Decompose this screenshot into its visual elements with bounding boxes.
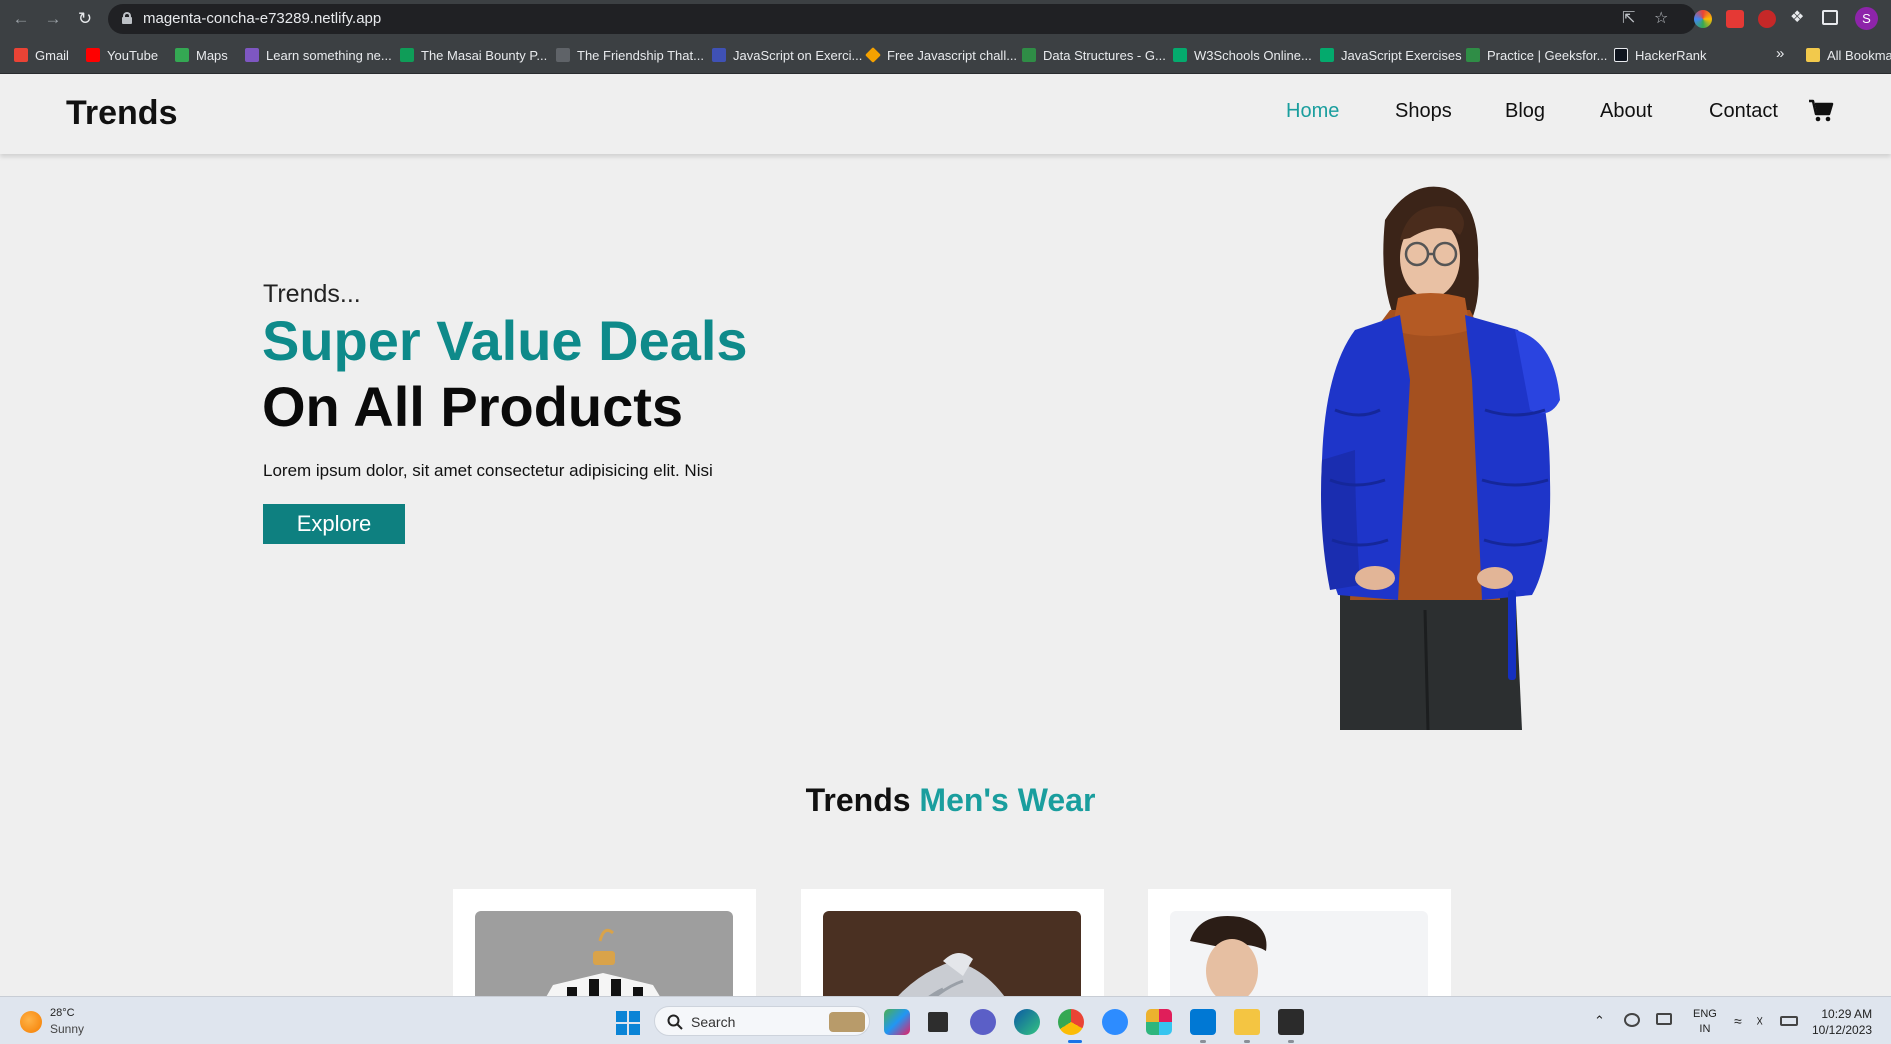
- weather-temperature[interactable]: 28°C: [50, 1007, 75, 1019]
- search-icon: [667, 1014, 683, 1030]
- back-arrow-icon[interactable]: ←: [10, 8, 32, 30]
- star-bookmark-icon[interactable]: ☆: [1654, 10, 1668, 28]
- display-icon[interactable]: [1656, 1013, 1672, 1025]
- nav-blog[interactable]: Blog: [1505, 100, 1545, 123]
- hero-headline: On All Products: [262, 375, 684, 438]
- copilot-icon[interactable]: [884, 1009, 910, 1035]
- slack-icon[interactable]: [1146, 1009, 1172, 1035]
- windows-start-icon[interactable]: [616, 1011, 640, 1035]
- bookmark-w3schools[interactable]: W3Schools Online...: [1173, 47, 1312, 65]
- chrome-icon[interactable]: [1058, 1009, 1084, 1035]
- diamond-icon: [865, 47, 881, 63]
- forward-arrow-icon[interactable]: →: [42, 8, 64, 30]
- chrome-active-indicator: [1068, 1040, 1082, 1043]
- section-title-accent: Men's Wear: [919, 782, 1096, 818]
- chevron-up-icon[interactable]: ⌃: [1594, 1013, 1605, 1029]
- system-clock[interactable]: 10:29 AM 10/12/2023: [1812, 1006, 1872, 1038]
- bookmark-hackerrank[interactable]: HackerRank: [1614, 47, 1707, 65]
- bookmark-learn[interactable]: Learn something ne...: [245, 47, 392, 65]
- c-extension-icon[interactable]: [1726, 10, 1744, 28]
- edge-icon[interactable]: [1014, 1009, 1040, 1035]
- explore-button[interactable]: Explore: [263, 504, 405, 544]
- shopping-cart-icon[interactable]: [1808, 98, 1834, 124]
- youtube-icon: [86, 48, 100, 62]
- section-title-plain: Trends: [805, 782, 911, 818]
- geeksforgeeks-icon: [1022, 48, 1036, 62]
- bookmarks-bar: Gmail YouTube Maps Learn something ne...…: [0, 38, 1891, 74]
- bookmark-practice[interactable]: Practice | Geeksfor...: [1466, 47, 1607, 65]
- hero-description: Lorem ipsum dolor, sit amet consectetur …: [263, 461, 713, 480]
- color-extension-icon[interactable]: [1694, 10, 1712, 28]
- profile-avatar[interactable]: S: [1855, 7, 1878, 30]
- bookmarks-overflow-button[interactable]: »: [1776, 45, 1784, 63]
- windows-taskbar: 28°C Sunny Search ⌃ ENG IN ≈ ☓ 10:29 AM …: [0, 996, 1891, 1044]
- bookmark-gmail[interactable]: Gmail: [14, 47, 69, 65]
- nav-contact[interactable]: Contact: [1709, 100, 1778, 123]
- nav-shops[interactable]: Shops: [1395, 100, 1452, 123]
- list-icon: [245, 48, 259, 62]
- file-explorer-icon[interactable]: [1234, 1009, 1260, 1035]
- address-bar[interactable]: magenta-concha-e73289.netlify.app ⇱ ☆: [108, 4, 1696, 34]
- battery-icon[interactable]: [1780, 1016, 1798, 1026]
- bookmark-data-structures[interactable]: Data Structures - G...: [1022, 47, 1166, 65]
- language-indicator[interactable]: ENG IN: [1693, 1007, 1717, 1037]
- puzzle-extensions-icon[interactable]: ❖: [1790, 9, 1804, 27]
- bookmark-maps[interactable]: Maps: [175, 47, 228, 65]
- brand-logo[interactable]: Trends: [66, 94, 177, 133]
- friendship-icon: [556, 48, 570, 62]
- wifi-icon[interactable]: ≈: [1734, 1013, 1742, 1029]
- bookmark-masai[interactable]: The Masai Bounty P...: [400, 47, 547, 65]
- bookmark-youtube[interactable]: YouTube: [86, 47, 158, 65]
- share-icon[interactable]: ⇱: [1622, 10, 1635, 28]
- bookmark-free-js[interactable]: Free Javascript chall...: [865, 47, 1017, 65]
- section-title: Trends Men's Wear: [0, 782, 1891, 819]
- nav-home[interactable]: Home: [1286, 100, 1339, 123]
- terminal-running-indicator: [1288, 1040, 1294, 1043]
- masai-icon: [400, 48, 414, 62]
- w3schools-icon: [1320, 48, 1334, 62]
- lock-icon: [122, 12, 132, 24]
- bookmark-friendship[interactable]: The Friendship That...: [556, 47, 704, 65]
- terminal-icon[interactable]: [1278, 1009, 1304, 1035]
- bookmark-js-exercism[interactable]: JavaScript on Exerci...: [712, 47, 862, 65]
- teams-chat-icon[interactable]: [970, 1009, 996, 1035]
- search-highlight-icon: [829, 1012, 865, 1032]
- address-url[interactable]: magenta-concha-e73289.netlify.app: [143, 10, 381, 27]
- nav-about[interactable]: About: [1600, 100, 1652, 123]
- hero-model-image: [1321, 186, 1560, 730]
- weather-condition[interactable]: Sunny: [50, 1022, 84, 1036]
- bookmark-js-exercises[interactable]: JavaScript Exercises: [1320, 47, 1462, 65]
- taskbar-search[interactable]: Search: [654, 1006, 870, 1036]
- task-view-icon[interactable]: [928, 1012, 948, 1032]
- vscode-icon[interactable]: [1190, 1009, 1216, 1035]
- side-panel-icon[interactable]: [1822, 10, 1838, 25]
- reload-icon[interactable]: ↻: [74, 8, 96, 30]
- exercism-icon: [712, 48, 726, 62]
- maps-icon: [175, 48, 189, 62]
- site-header: Trends Home Shops Blog About Contact: [0, 74, 1891, 154]
- zoom-icon[interactable]: [1102, 1009, 1128, 1035]
- speaker-muted-icon[interactable]: ☓: [1756, 1013, 1763, 1030]
- gmail-icon: [14, 48, 28, 62]
- folder-icon: [1806, 48, 1820, 62]
- taskbar-search-label: Search: [691, 1014, 736, 1030]
- vscode-running-indicator: [1200, 1040, 1206, 1043]
- weather-sun-icon[interactable]: [20, 1011, 42, 1033]
- antivirus-icon[interactable]: [1624, 1013, 1640, 1027]
- hero-subtitle: Trends...: [263, 280, 361, 308]
- browser-toolbar: ← → ↻ magenta-concha-e73289.netlify.app …: [0, 0, 1891, 38]
- hero-headline-accent: Super Value Deals: [262, 309, 748, 372]
- w3schools-icon: [1173, 48, 1187, 62]
- geeksforgeeks-icon: [1466, 48, 1480, 62]
- all-bookmarks-folder[interactable]: All Bookmarks: [1806, 47, 1891, 65]
- hackerrank-icon: [1614, 48, 1628, 62]
- stop-extension-icon[interactable]: [1758, 10, 1776, 28]
- explorer-running-indicator: [1244, 1040, 1250, 1043]
